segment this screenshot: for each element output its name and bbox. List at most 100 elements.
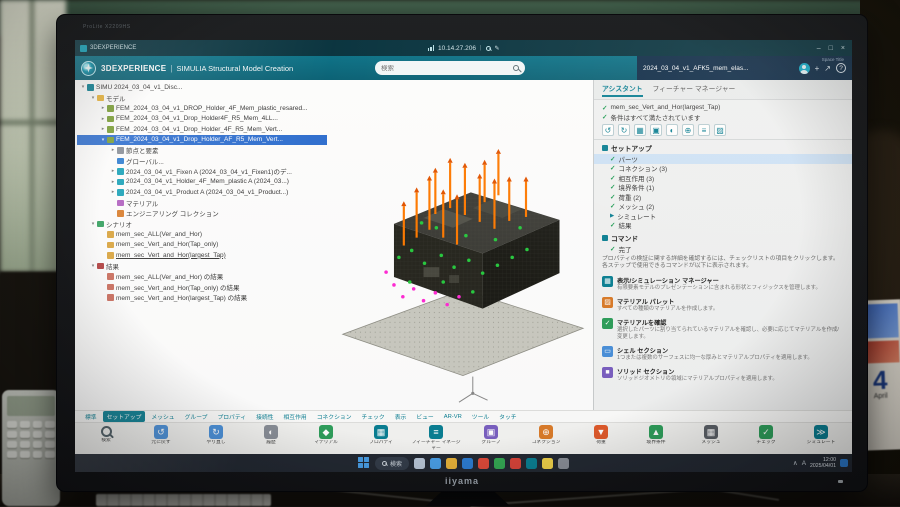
ribbon-tab[interactable]: ビュー [412, 411, 437, 422]
expand-icon[interactable]: ▾ [100, 137, 106, 143]
command-tool[interactable]: ▦ 表示/シミュレーション マネージャー 有限要素モデルのプレゼンテーションに含まれ… [594, 273, 852, 294]
settings-icon[interactable] [558, 457, 569, 469]
tree-item[interactable]: mem_sec_Vert_and_Hor(Tap_only) [77, 240, 327, 251]
file-explorer-icon[interactable] [446, 457, 457, 469]
ribbon-tab[interactable]: 接続性 [252, 411, 277, 422]
ribbon-tool[interactable]: ⊕ コネクション [519, 425, 573, 451]
ribbon-tool[interactable]: ▼ 荷重 [574, 425, 628, 451]
ribbon-tab[interactable]: タッチ [495, 411, 520, 422]
expand-icon[interactable]: ▸ [100, 116, 106, 122]
help-button[interactable]: ? [836, 63, 846, 73]
expand-icon[interactable]: ▸ [110, 168, 116, 174]
taskbar-clock[interactable]: 12:00 2025/04/01 [810, 457, 836, 470]
notifications-icon[interactable] [840, 459, 848, 467]
assistant-tool-icon-4[interactable]: ◐ [666, 124, 678, 136]
viewport-3d[interactable] [323, 80, 595, 415]
ribbon-tab[interactable]: AR-VR [440, 413, 466, 421]
tree-item[interactable]: ▸ FEM_2024_03_04_v1_DROP_Holder_4F_Mem_pl… [77, 103, 327, 114]
expand-icon[interactable]: ▸ [110, 179, 116, 185]
expand-icon[interactable]: ▸ [110, 189, 116, 195]
assistant-tool-icon-2[interactable]: ▦ [634, 124, 646, 136]
search-icon[interactable] [513, 65, 519, 71]
ribbon-tool[interactable]: ▦ プロパティ [354, 425, 408, 451]
assistant-tool-icon-0[interactable]: ↺ [602, 124, 614, 136]
ribbon-tool[interactable]: ≫ シミュレート [794, 425, 848, 451]
pen-icon[interactable]: ✎ [494, 45, 499, 52]
ribbon-tool[interactable]: ✓ チェック [739, 425, 793, 451]
setup-item[interactable]: コネクション (3) [594, 164, 852, 173]
tree-item[interactable]: mem_sec_ALL(Ver_and_Hor) の結果 [77, 271, 327, 282]
ribbon-tab[interactable]: チェック [358, 411, 389, 422]
tree-item[interactable]: mem_sec_Vert_and_Hor(Tap_only) の結果 [77, 282, 327, 293]
setup-item[interactable]: 境界条件 (1) [594, 183, 852, 192]
setup-item[interactable]: メッシュ (2) [594, 202, 852, 211]
maximize-button[interactable]: □ [829, 45, 833, 52]
search-icon[interactable] [485, 45, 491, 51]
task-view-icon[interactable] [414, 457, 425, 469]
assistant-tool-icon-3[interactable]: ▣ [650, 124, 662, 136]
ribbon-tool[interactable]: ◆ マテリアル [299, 425, 353, 451]
taskbar-search[interactable]: 検索 [374, 456, 409, 470]
setup-section-header[interactable]: セットアップ [594, 140, 852, 154]
share-icon[interactable]: ↗ [824, 64, 831, 73]
notes-icon[interactable] [542, 457, 553, 469]
expand-icon[interactable]: ▸ [100, 105, 106, 111]
active-model-tab[interactable]: 2024_03_04_v1_AFK5_mem_elas... [643, 65, 749, 72]
assistant-tool-icon-5[interactable]: ⊕ [682, 124, 694, 136]
ribbon-tool[interactable]: ◐ 履歴 [244, 425, 298, 451]
assistant-tool-icon-7[interactable]: ▨ [714, 124, 726, 136]
tray-icon-0[interactable]: ∧ [793, 459, 798, 467]
tree-item[interactable]: ▸ 2024_03_04_v1_Holder_4F_Mem_plastic A (… [77, 177, 327, 188]
setup-item[interactable]: 荷重 (2) [594, 192, 852, 202]
ribbon-tool[interactable]: ↺ 元に戻す [134, 425, 188, 451]
expand-icon[interactable]: ▸ [100, 126, 106, 132]
office-icon[interactable] [510, 457, 521, 469]
tree-item[interactable]: ▾ モデル [77, 93, 327, 104]
command-tool[interactable]: ▭ シェル セクション 1つまたは複数のサーフェスに均一な厚みとマテリアルプロパティ… [594, 343, 852, 364]
3ds-compass-icon[interactable] [81, 60, 96, 76]
ribbon-tab[interactable]: 相互作用 [280, 411, 311, 422]
tree-item[interactable]: ▸ FEM_2024_03_04_v1_Drop_Holder_4F_R5_Mem… [77, 124, 327, 135]
minimize-button[interactable]: – [817, 45, 821, 52]
tree-item[interactable]: ▸ 2024_03_04_v1_Product A (2024_03_04_v1_… [77, 187, 327, 198]
ribbon-tab[interactable]: ツール [468, 411, 493, 422]
ribbon-tab[interactable]: セットアップ [102, 411, 146, 422]
tree-item[interactable]: ▸ FEM_2024_03_04_v1_Drop_Holder4F_R5_Mem_… [77, 114, 327, 125]
tree-item[interactable]: グローバル... [77, 156, 327, 167]
tree-item[interactable]: mem_sec_ALL(Ver_and_Hor) [77, 229, 327, 240]
done-item[interactable]: 完了 [594, 244, 852, 254]
ribbon-tab[interactable]: コネクション [313, 411, 356, 422]
command-tool[interactable]: ■ ソリッド セクション ソリッドジオメトリの領域にマテリアルプロパティを適用します… [594, 364, 852, 385]
assistant-tool-icon-1[interactable]: ↻ [618, 124, 630, 136]
close-button[interactable]: × [841, 45, 845, 52]
ribbon-tab[interactable]: 標準 [81, 411, 101, 422]
tab-feature-manager[interactable]: フィーチャー マネージャー [653, 83, 736, 97]
add-button[interactable]: + [815, 64, 820, 73]
widgets-icon[interactable] [430, 457, 441, 469]
tree-item[interactable]: ▾ SIMU 2024_03_04_v1_Disc... [77, 82, 327, 93]
setup-item[interactable]: パーツ [594, 154, 852, 164]
tree-item[interactable]: ▸ 2024_03_04_v1_Fixen A (2024_03_04_v1_Fi… [77, 166, 327, 177]
tree-item[interactable]: mem_sec_Vert_and_Hor(largest_Tap) [77, 250, 327, 261]
tree-item[interactable]: ▾ FEM_2024_03_04_v1_Drop_Holder_AF_R5_Mem… [77, 134, 327, 145]
tree-item[interactable]: マテリアル [77, 198, 327, 209]
ribbon-tool[interactable]: 検索 [79, 425, 133, 449]
chrome-icon[interactable] [478, 457, 489, 469]
ribbon-tool[interactable]: ▣ グループ [464, 425, 518, 451]
expand-icon[interactable]: ▾ [90, 263, 96, 269]
command-tool[interactable]: ✓ マテリアルを確認 選択したパーツに割り当てられているマテリアルを確認し、必要に応… [594, 315, 852, 343]
user-avatar[interactable] [798, 62, 810, 74]
tree-item[interactable]: ▸ 節点と要素 [77, 145, 327, 156]
expand-icon[interactable]: ▾ [90, 221, 96, 227]
expand-icon[interactable]: ▾ [90, 95, 96, 101]
simulate-item[interactable]: シミュレート [594, 211, 852, 221]
ribbon-tab[interactable]: メッシュ [147, 411, 178, 422]
tree-item[interactable]: ▾ 結果 [77, 261, 327, 272]
tree-item[interactable]: エンジニアリング コレクション [77, 208, 327, 219]
ribbon-tool[interactable]: ≡ フィーチャー マネージャー [409, 425, 463, 451]
tree-item[interactable]: ▾ シナリオ [77, 219, 327, 230]
tab-assistant[interactable]: アシスタント [602, 83, 643, 97]
assistant-tool-icon-6[interactable]: ≡ [698, 124, 710, 136]
expand-icon[interactable]: ▾ [80, 84, 86, 90]
tree-item[interactable]: mem_sec_Vert_and_Hor(largest_Tap) の結果 [77, 292, 327, 303]
